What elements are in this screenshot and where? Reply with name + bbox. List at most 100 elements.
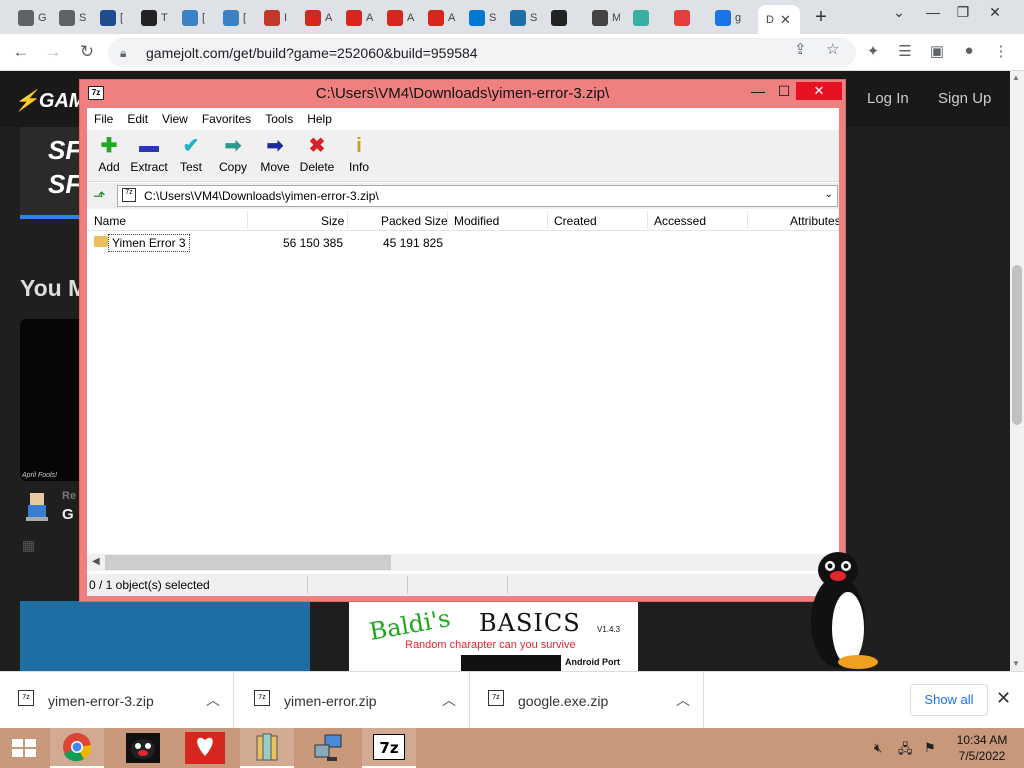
login-link[interactable]: Log In [867, 90, 909, 107]
tab-7[interactable]: A [297, 5, 337, 31]
notification-icon[interactable]: ⚑ [924, 740, 936, 756]
minimize-button[interactable]: — [918, 4, 948, 20]
maximize-button[interactable]: ❐ [948, 4, 978, 21]
side-panel-icon[interactable]: ▣ [926, 42, 948, 60]
signup-link[interactable]: Sign Up [938, 90, 991, 107]
tab-0[interactable]: G [10, 5, 50, 31]
scroll-thumb[interactable] [1012, 265, 1022, 425]
menu-view[interactable]: View [155, 108, 195, 129]
menu-file[interactable]: File [87, 108, 120, 129]
volume-muted-icon[interactable]: 🔇︎ [874, 740, 882, 756]
page-scrollbar[interactable]: ▲ ▼ [1010, 71, 1024, 671]
extensions-icon[interactable]: ✦ [862, 42, 884, 60]
close-button[interactable]: ✕ [980, 4, 1010, 21]
info-button[interactable]: i Info [337, 134, 381, 174]
back-icon[interactable]: ← [10, 42, 32, 62]
featured-banner[interactable]: SF SF [20, 127, 81, 219]
hscroll-thumb[interactable] [105, 555, 391, 570]
tab-6[interactable]: I [256, 5, 296, 31]
col-accessed[interactable]: Accessed [654, 214, 706, 228]
tab-3[interactable]: T [133, 5, 173, 31]
tab-active[interactable]: D ✕ [758, 5, 800, 34]
ice-cream-taskbar-icon[interactable] [178, 728, 232, 768]
move-button[interactable]: ➡ Move [253, 134, 297, 174]
sevenzip-maximize-button[interactable]: ☐ [770, 82, 798, 100]
pingu-desktop-pet[interactable] [808, 548, 880, 672]
sevenzip-close-button[interactable]: ✕ [796, 82, 842, 100]
tab-17[interactable]: g [707, 5, 747, 31]
col-attributes[interactable]: Attributes [790, 214, 839, 228]
col-name[interactable]: Name [94, 214, 126, 228]
menu-kebab-icon[interactable]: ⋮ [990, 42, 1012, 60]
network-taskbar-icon[interactable] [302, 728, 356, 768]
menu-tools[interactable]: Tools [258, 108, 300, 129]
share-icon[interactable]: ⇪ [794, 40, 807, 58]
tab-14[interactable]: M [584, 5, 624, 31]
forward-icon[interactable]: → [42, 42, 64, 62]
table-row[interactable]: Yimen Error 3 56 150 385 45 191 825 [87, 232, 839, 252]
reload-icon[interactable]: ↻ [76, 42, 98, 62]
tab-16[interactable] [666, 5, 706, 31]
tab-13[interactable] [543, 5, 583, 31]
test-button[interactable]: ✔ Test [169, 134, 213, 174]
download-item[interactable]: 7z yimen-error.zip ︿ [236, 672, 470, 729]
grid-icon[interactable]: ▦ [22, 537, 35, 554]
post-title[interactable]: G [62, 506, 74, 523]
copy-button[interactable]: ➡ Copy [211, 134, 255, 174]
col-size[interactable]: Size [321, 214, 344, 228]
row-name[interactable]: Yimen Error 3 [108, 234, 190, 252]
extract-button[interactable]: ▬ Extract [127, 134, 171, 174]
tab-close-icon[interactable]: ✕ [780, 12, 791, 28]
sevenzip-taskbar-icon[interactable]: 7z [362, 728, 416, 768]
horizontal-scrollbar[interactable]: ◀ [87, 554, 839, 571]
download-item[interactable]: 7z yimen-error-3.zip ︿ [0, 672, 234, 729]
address-bar[interactable]: 🔒︎ gamejolt.com/get/build?game=252060&bu… [108, 38, 856, 67]
menu-help[interactable]: Help [300, 108, 339, 129]
add-button[interactable]: ✚ Add [87, 134, 131, 174]
sevenzip-titlebar[interactable]: 7z C:\Users\VM4\Downloads\yimen-error-3.… [80, 80, 845, 107]
game-thumbnail[interactable]: April Fools! [20, 319, 80, 481]
user-avatar[interactable] [24, 491, 50, 523]
archive-taskbar-icon[interactable] [240, 728, 294, 768]
chrome-taskbar-icon[interactable] [50, 728, 104, 768]
tab-10[interactable]: A [420, 5, 460, 31]
scroll-up-icon[interactable]: ▲ [1012, 73, 1020, 82]
new-tab-button[interactable]: + [810, 6, 832, 29]
show-all-button[interactable]: Show all [910, 684, 988, 716]
scroll-down-icon[interactable]: ▼ [1012, 659, 1020, 668]
sevenzip-minimize-button[interactable]: — [744, 82, 772, 100]
tab-11[interactable]: S [461, 5, 501, 31]
chevron-up-icon[interactable]: ︿ [676, 690, 690, 710]
windows-start-icon[interactable] [0, 728, 48, 768]
col-created[interactable]: Created [554, 214, 597, 228]
menu-edit[interactable]: Edit [120, 108, 155, 129]
delete-button[interactable]: ✖ Delete [295, 134, 339, 174]
tab-search-chevron-icon[interactable]: ⌄ [884, 4, 914, 21]
tab-9[interactable]: A [379, 5, 419, 31]
tab-5[interactable]: [ [215, 5, 255, 31]
chevron-up-icon[interactable]: ︿ [442, 690, 456, 710]
tab-2[interactable]: [ [92, 5, 132, 31]
download-item[interactable]: 7z google.exe.zip ︿ [470, 672, 704, 729]
game-card-baldi[interactable]: Baldi's BASICS V1.4.3 Random charapter c… [349, 601, 638, 671]
path-combobox[interactable]: 7z C:\Users\VM4\Downloads\yimen-error-3.… [117, 185, 838, 207]
col-modified[interactable]: Modified [454, 214, 499, 228]
system-clock[interactable]: 10:34 AM 7/5/2022 [952, 732, 1012, 764]
menu-favorites[interactable]: Favorites [195, 108, 258, 129]
media-queue-icon[interactable]: ☰ [894, 42, 916, 60]
game-card-blue[interactable] [20, 601, 310, 671]
profile-avatar-icon[interactable]: ● [958, 42, 980, 59]
scroll-left-icon[interactable]: ◀ [92, 556, 100, 567]
col-packed-size[interactable]: Packed Size [381, 214, 448, 228]
tab-1[interactable]: S [51, 5, 91, 31]
close-downloads-icon[interactable]: ✕ [996, 688, 1011, 709]
dropdown-chevron-icon[interactable]: ⌄ [825, 189, 833, 200]
chevron-up-icon[interactable]: ︿ [206, 690, 220, 710]
gamejolt-logo[interactable]: ⚡GAM [14, 88, 86, 113]
folder-up-icon[interactable]: ⬏ [93, 187, 106, 205]
tab-4[interactable]: [ [174, 5, 214, 31]
tab-12[interactable]: S [502, 5, 542, 31]
tab-8[interactable]: A [338, 5, 378, 31]
tab-15[interactable] [625, 5, 665, 31]
bookmark-star-icon[interactable]: ☆ [826, 40, 839, 58]
